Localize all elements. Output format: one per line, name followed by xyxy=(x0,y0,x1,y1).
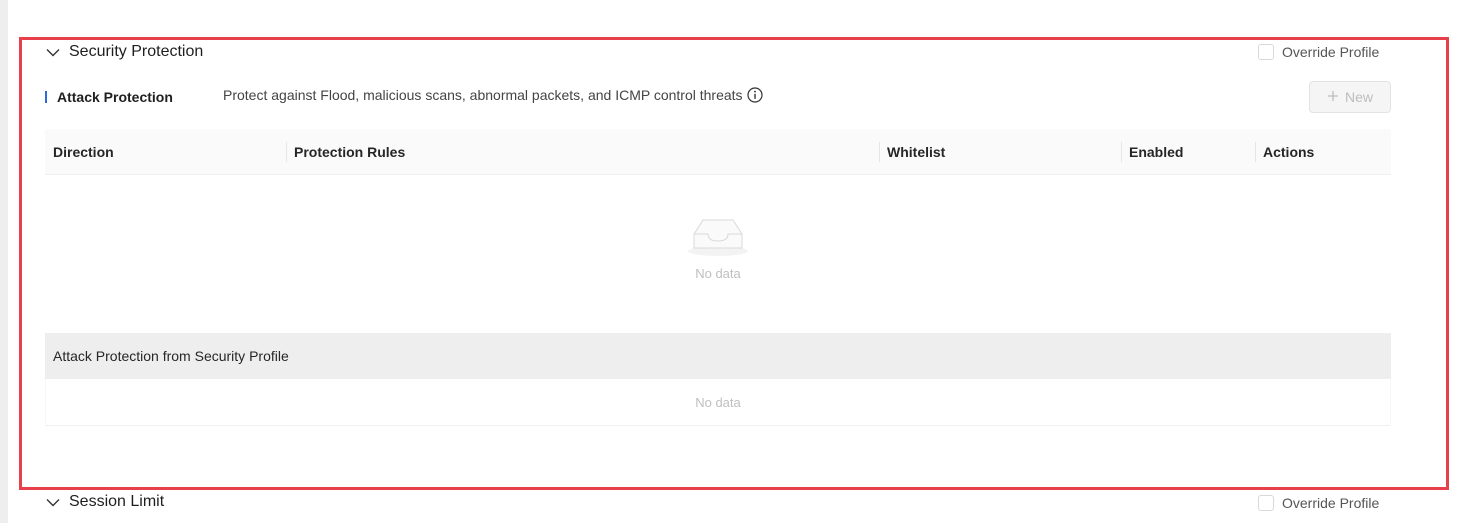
chevron-down-icon[interactable] xyxy=(45,494,61,510)
override-profile-checkbox[interactable]: Override Profile xyxy=(1258,493,1379,513)
session-limit-header[interactable]: Session Limit xyxy=(45,489,164,515)
description-text: Protect against Flood, malicious scans, … xyxy=(223,87,743,103)
info-icon[interactable] xyxy=(746,87,763,103)
column-header-enabled: Enabled xyxy=(1121,129,1255,175)
plus-icon xyxy=(1327,89,1339,105)
security-protection-header[interactable]: Security Protection xyxy=(45,39,203,65)
attack-protection-title: Attack Protection xyxy=(57,89,173,105)
attack-protection-description: Protect against Flood, malicious scans, … xyxy=(223,87,763,103)
empty-text: No data xyxy=(695,266,741,281)
override-profile-label: Override Profile xyxy=(1282,44,1380,60)
empty-inbox-icon xyxy=(686,215,750,262)
column-header-whitelist: Whitelist xyxy=(879,129,1121,175)
attack-protection-empty-state: No data xyxy=(45,175,1391,333)
checkbox-box[interactable] xyxy=(1258,44,1274,60)
new-button[interactable]: New xyxy=(1309,81,1391,113)
accent-bar xyxy=(45,91,47,103)
profile-table-empty: No data xyxy=(45,379,1391,426)
profile-table-header: Attack Protection from Security Profile xyxy=(45,333,1391,379)
chevron-down-icon[interactable] xyxy=(45,44,61,60)
column-header-direction: Direction xyxy=(53,144,114,160)
checkbox-box[interactable] xyxy=(1258,495,1274,511)
override-profile-label: Override Profile xyxy=(1282,495,1380,511)
attack-protection-table-header: Direction Protection Rules Whitelist Ena… xyxy=(45,129,1391,175)
attack-protection-subheader: Attack Protection xyxy=(45,86,173,108)
column-header-protection-rules: Protection Rules xyxy=(286,129,879,175)
column-header-actions: Actions xyxy=(1255,129,1391,175)
section-title: Session Limit xyxy=(69,493,165,510)
new-button-label: New xyxy=(1344,89,1373,105)
page: Security Protection Override Profile Att… xyxy=(0,0,1470,523)
override-profile-checkbox[interactable]: Override Profile xyxy=(1258,42,1379,62)
left-rail xyxy=(0,0,8,523)
section-title: Security Protection xyxy=(69,43,204,60)
